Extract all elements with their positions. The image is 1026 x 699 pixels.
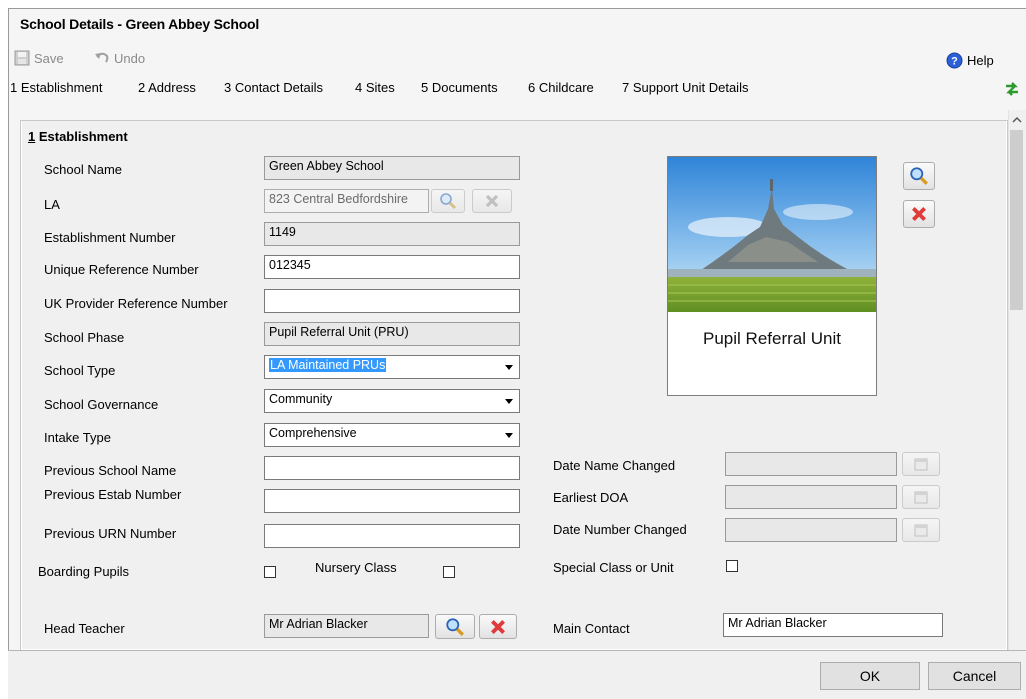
- previous-estab-number-label: Previous Estab Number: [44, 487, 182, 502]
- ukprn-label: UK Provider Reference Number: [44, 296, 228, 311]
- date-number-changed-calendar-button[interactable]: [902, 518, 940, 542]
- ok-button[interactable]: OK: [820, 662, 920, 690]
- tab-documents[interactable]: 5 Documents: [421, 80, 498, 95]
- red-x-icon: [485, 194, 499, 208]
- save-button[interactable]: Save: [14, 49, 64, 67]
- school-photo: [668, 157, 876, 312]
- red-x-icon: [491, 619, 505, 634]
- date-number-changed-label: Date Number Changed: [553, 522, 687, 537]
- magnifier-icon: [910, 167, 928, 185]
- la-clear-button[interactable]: [472, 189, 512, 213]
- photo-search-button[interactable]: [903, 162, 935, 190]
- intake-type-select[interactable]: Comprehensive: [264, 423, 520, 447]
- school-type-value: LA Maintained PRUs: [269, 358, 387, 372]
- la-search-button[interactable]: [431, 189, 465, 213]
- chevron-down-icon: [505, 399, 513, 404]
- establishment-number-label: Establishment Number: [44, 230, 176, 245]
- school-photo-frame: Pupil Referral Unit: [667, 156, 877, 396]
- photo-remove-button[interactable]: [903, 200, 935, 228]
- tab-sites[interactable]: 4 Sites: [355, 80, 395, 95]
- earliest-doa-field[interactable]: [725, 485, 897, 509]
- school-governance-label: School Governance: [44, 397, 159, 412]
- tab-support-unit-details[interactable]: 7 Support Unit Details: [622, 80, 748, 95]
- window-title: School Details - Green Abbey School: [20, 16, 260, 32]
- head-teacher-field[interactable]: Mr Adrian Blacker: [264, 614, 429, 638]
- special-class-label: Special Class or Unit: [553, 560, 674, 575]
- urn-field[interactable]: 012345: [264, 255, 520, 279]
- establishment-number-field[interactable]: 1149: [264, 222, 520, 246]
- scrollbar-thumb[interactable]: [1010, 130, 1023, 310]
- date-number-changed-field[interactable]: [725, 518, 897, 542]
- date-name-changed-label: Date Name Changed: [553, 458, 676, 473]
- school-name-field[interactable]: Green Abbey School: [264, 156, 520, 180]
- nursery-class-label: Nursery Class: [315, 560, 397, 575]
- section-title: 1 Establishment: [28, 129, 128, 144]
- previous-urn-label: Previous URN Number: [44, 526, 177, 541]
- head-teacher-clear-button[interactable]: [479, 614, 517, 639]
- urn-label: Unique Reference Number: [44, 262, 199, 277]
- undo-button[interactable]: Undo: [94, 49, 145, 67]
- save-label: Save: [34, 50, 64, 66]
- section-title-text: Establishment: [35, 129, 128, 144]
- boarding-pupils-checkbox[interactable]: [264, 566, 276, 578]
- previous-school-name-field[interactable]: [264, 456, 520, 480]
- calendar-icon: [914, 524, 928, 537]
- green-arrows-icon[interactable]: [1003, 80, 1021, 98]
- head-teacher-search-button[interactable]: [435, 614, 475, 639]
- save-icon: [14, 50, 30, 66]
- school-name-label: School Name: [44, 162, 123, 177]
- magnifier-icon: [440, 193, 457, 210]
- boarding-pupils-label: Boarding Pupils: [38, 564, 130, 579]
- school-governance-value: Community: [269, 392, 333, 406]
- intake-type-value: Comprehensive: [269, 426, 357, 440]
- tab-establishment[interactable]: 1 Establishment: [10, 80, 103, 95]
- main-contact-label: Main Contact: [553, 621, 630, 636]
- cancel-button[interactable]: Cancel: [928, 662, 1021, 690]
- date-name-changed-field[interactable]: [725, 452, 897, 476]
- help-icon: ?: [946, 52, 963, 68]
- previous-urn-field[interactable]: [264, 524, 520, 548]
- undo-icon: [95, 52, 109, 63]
- chevron-down-icon: [505, 433, 513, 438]
- scroll-up-icon[interactable]: [1012, 116, 1022, 124]
- head-teacher-label: Head Teacher: [44, 621, 125, 636]
- school-phase-field[interactable]: Pupil Referral Unit (PRU): [264, 322, 520, 346]
- svg-text:?: ?: [951, 55, 958, 67]
- red-x-icon: [912, 207, 926, 221]
- school-photo-caption: Pupil Referral Unit: [703, 329, 841, 348]
- magnifier-icon: [446, 617, 464, 636]
- previous-estab-number-field[interactable]: [264, 489, 520, 513]
- calendar-icon: [914, 458, 928, 471]
- date-name-changed-calendar-button[interactable]: [902, 452, 940, 476]
- nursery-class-checkbox[interactable]: [443, 566, 455, 578]
- la-field[interactable]: 823 Central Bedfordshire: [264, 189, 429, 213]
- help-label: Help: [967, 52, 994, 68]
- ukprn-field[interactable]: [264, 289, 520, 313]
- school-phase-label: School Phase: [44, 330, 125, 345]
- earliest-doa-label: Earliest DOA: [553, 490, 629, 505]
- school-type-label: School Type: [44, 363, 116, 378]
- tab-childcare[interactable]: 6 Childcare: [528, 80, 594, 95]
- chevron-down-icon: [505, 365, 513, 370]
- previous-school-name-label: Previous School Name: [44, 463, 177, 478]
- help-button[interactable]: ? Help: [946, 51, 994, 69]
- tab-contact-details[interactable]: 3 Contact Details: [224, 80, 323, 95]
- calendar-icon: [914, 491, 928, 504]
- tab-address[interactable]: 2 Address: [138, 80, 196, 95]
- school-type-select[interactable]: LA Maintained PRUs: [264, 355, 520, 379]
- main-contact-field[interactable]: Mr Adrian Blacker: [723, 613, 943, 637]
- earliest-doa-calendar-button[interactable]: [902, 485, 940, 509]
- intake-type-label: Intake Type: [44, 430, 111, 445]
- undo-label: Undo: [114, 50, 146, 66]
- la-label: LA: [44, 197, 60, 212]
- special-class-checkbox[interactable]: [726, 560, 738, 572]
- school-governance-select[interactable]: Community: [264, 389, 520, 413]
